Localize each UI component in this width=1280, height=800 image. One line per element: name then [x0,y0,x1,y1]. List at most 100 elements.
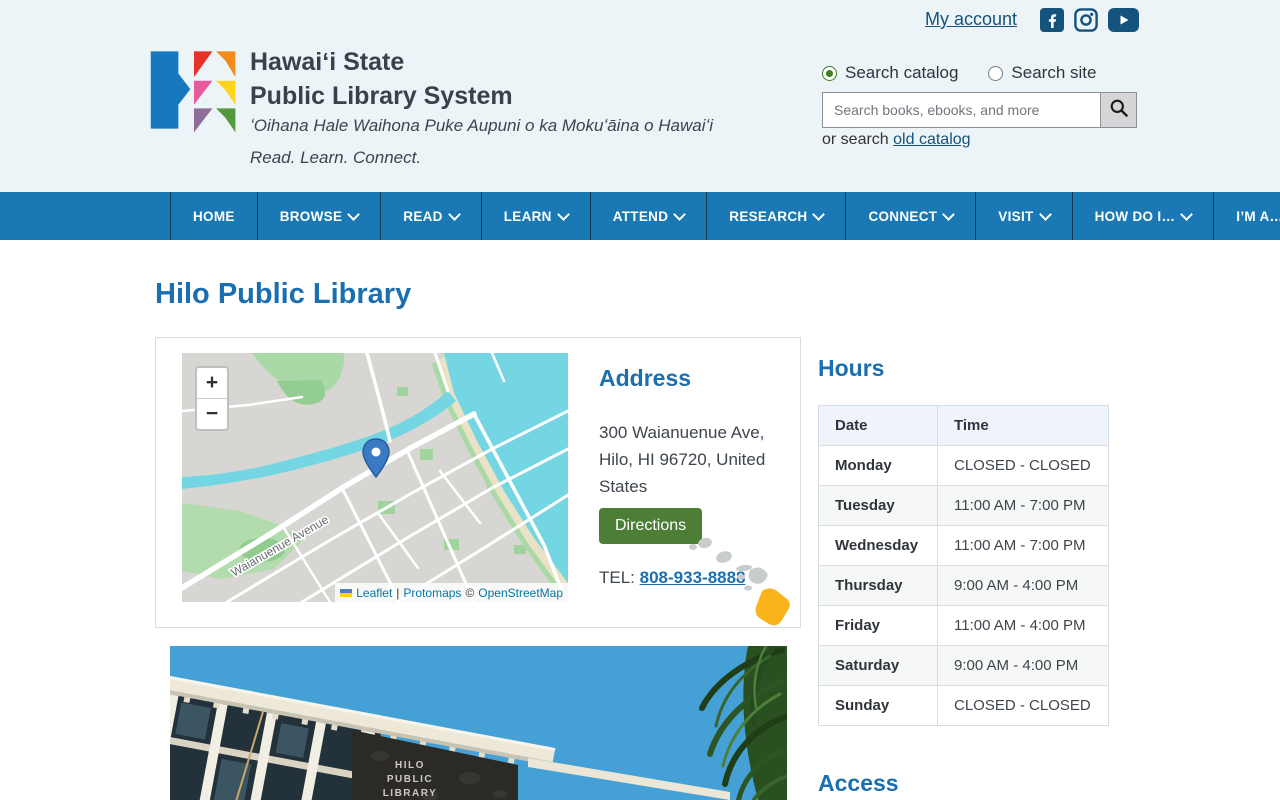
openstreetmap-link[interactable]: OpenStreetMap [478,586,563,600]
facebook-icon[interactable] [1040,8,1064,32]
old-catalog-link[interactable]: old catalog [893,131,970,148]
hours-row: Friday 11:00 AM - 4:00 PM [818,605,1109,646]
nav-label: LEARN [503,208,552,224]
nav-label: I’M A… [1236,208,1280,224]
hours-col-time: Time [937,405,1109,446]
day-cell: Saturday [818,645,938,686]
nav-item-browse[interactable]: BROWSE [256,192,381,240]
hours-row: Thursday 9:00 AM - 4:00 PM [818,565,1109,606]
address-line: States [599,477,648,496]
address-text: 300 Waianuenue Ave, Hilo, HI 96720, Unit… [599,419,774,500]
my-account-link[interactable]: My account [925,9,1017,30]
ukraine-flag-icon [340,588,353,597]
attr-copyright: © [465,585,475,600]
search-button[interactable] [1100,92,1137,128]
tel-label: TEL: [599,568,635,587]
search-scope-radios: Search catalog Search site [822,63,1096,83]
chevron-down-icon [812,207,826,221]
hours-table: Date Time Monday CLOSED - CLOSED Tuesday 1… [818,405,1109,726]
nav-item-connect[interactable]: CONNECT [845,192,975,240]
chevron-down-icon [556,207,570,221]
nav-item-research[interactable]: RESEARCH [706,192,845,240]
site-subtitle-hawaiian: ʻOihana Hale Waihona Puke Aupuni o ka Mo… [250,116,714,135]
nav-label: VISIT [998,208,1034,224]
social-links [1040,8,1139,32]
search-site-radio[interactable] [988,65,1004,81]
chevron-down-icon [347,207,361,221]
nav-label: HOW DO I… [1094,208,1176,224]
leaflet-link[interactable]: Leaflet [356,586,392,600]
nav-item-learn[interactable]: LEARN [480,192,590,240]
protomaps-link[interactable]: Protomaps [403,586,461,600]
map-tiles: Waianuenue Avenue [182,353,568,602]
hours-heading: Hours [818,355,885,381]
day-cell: Friday [818,605,938,646]
zoom-in-button[interactable]: + [197,368,227,398]
nav-item-attend[interactable]: ATTEND [589,192,707,240]
zoom-out-button[interactable]: − [197,399,227,429]
hours-row: Monday CLOSED - CLOSED [818,445,1109,486]
hours-row: Sunday CLOSED - CLOSED [818,685,1109,726]
site-tagline: Read. Learn. Connect. [250,148,422,167]
main-nav: HOME BROWSE READ LEARN ATTEND RESEARCH C… [0,192,1280,240]
nav-item-how-do-i[interactable]: HOW DO I… [1071,192,1214,240]
day-cell: Thursday [818,565,938,606]
old-catalog-line: or search old catalog [822,131,971,149]
day-cell: Sunday [818,685,938,726]
access-heading: Access [818,770,899,796]
map-attribution: Leaflet | Protomaps © OpenStreetMap [335,583,568,602]
time-cell: 11:00 AM - 4:00 PM [937,605,1109,646]
nav-label: READ [403,208,443,224]
attr-separator: | [396,585,400,600]
nav-label: HOME [193,208,235,224]
or-search-text: or search [822,131,889,148]
photo-sign-line3: LIBRARY [383,788,438,799]
nav-item-im-a[interactable]: I’M A… [1213,192,1280,240]
library-logo [148,45,240,140]
day-cell: Tuesday [818,485,938,526]
chevron-down-icon [1038,207,1052,221]
search-catalog-radio[interactable] [822,65,837,81]
nav-label: BROWSE [279,208,343,224]
nav-item-home[interactable]: HOME [170,192,257,240]
hours-row: Saturday 9:00 AM - 4:00 PM [818,645,1109,686]
search-catalog-label: Search catalog [845,63,959,82]
time-cell: CLOSED - CLOSED [937,445,1109,486]
time-cell: 11:00 AM - 7:00 PM [937,525,1109,566]
photo-sign-line2: PUBLIC [387,774,433,785]
address-heading: Address [599,365,692,391]
page: My account Hawaiʻi State Public Library … [0,0,1280,800]
address-line: 300 Waianuenue Ave, [599,423,765,442]
hawaii-islands-graphic [686,534,806,634]
photo-sign-line1: HILO [395,760,425,771]
day-cell: Wednesday [818,525,938,566]
nav-item-visit[interactable]: VISIT [975,192,1071,240]
library-photo: HILO PUBLIC LIBRARY [170,646,787,800]
page-title: Hilo Public Library [155,278,412,310]
chevron-down-icon [942,207,956,221]
chevron-down-icon [447,207,461,221]
time-cell: 9:00 AM - 4:00 PM [937,565,1109,606]
nav-label: CONNECT [868,208,938,224]
hours-header-row: Date Time [818,405,1109,446]
nav-label: ATTEND [612,208,669,224]
search-site-label: Search site [1011,63,1097,82]
instagram-icon[interactable] [1074,8,1098,32]
site-title-line1: Hawaiʻi State [250,48,405,76]
chevron-down-icon [673,207,687,221]
nav-label: RESEARCH [729,208,808,224]
time-cell: 9:00 AM - 4:00 PM [937,645,1109,686]
hours-col-date: Date [818,405,938,446]
address-line: Hilo, HI 96720, United [599,450,766,469]
time-cell: 11:00 AM - 7:00 PM [937,485,1109,526]
youtube-icon[interactable] [1108,8,1139,32]
leaflet-map[interactable]: Waianuenue Avenue + − Leaflet | Protomap… [182,353,568,602]
chevron-down-icon [1180,207,1194,221]
site-title-line2: Public Library System [250,82,513,110]
search-icon [1109,98,1129,123]
hours-row: Tuesday 11:00 AM - 7:00 PM [818,485,1109,526]
search-input[interactable] [822,92,1101,128]
map-zoom-control: + − [195,366,229,431]
nav-item-read[interactable]: READ [380,192,480,240]
hours-row: Wednesday 11:00 AM - 7:00 PM [818,525,1109,566]
